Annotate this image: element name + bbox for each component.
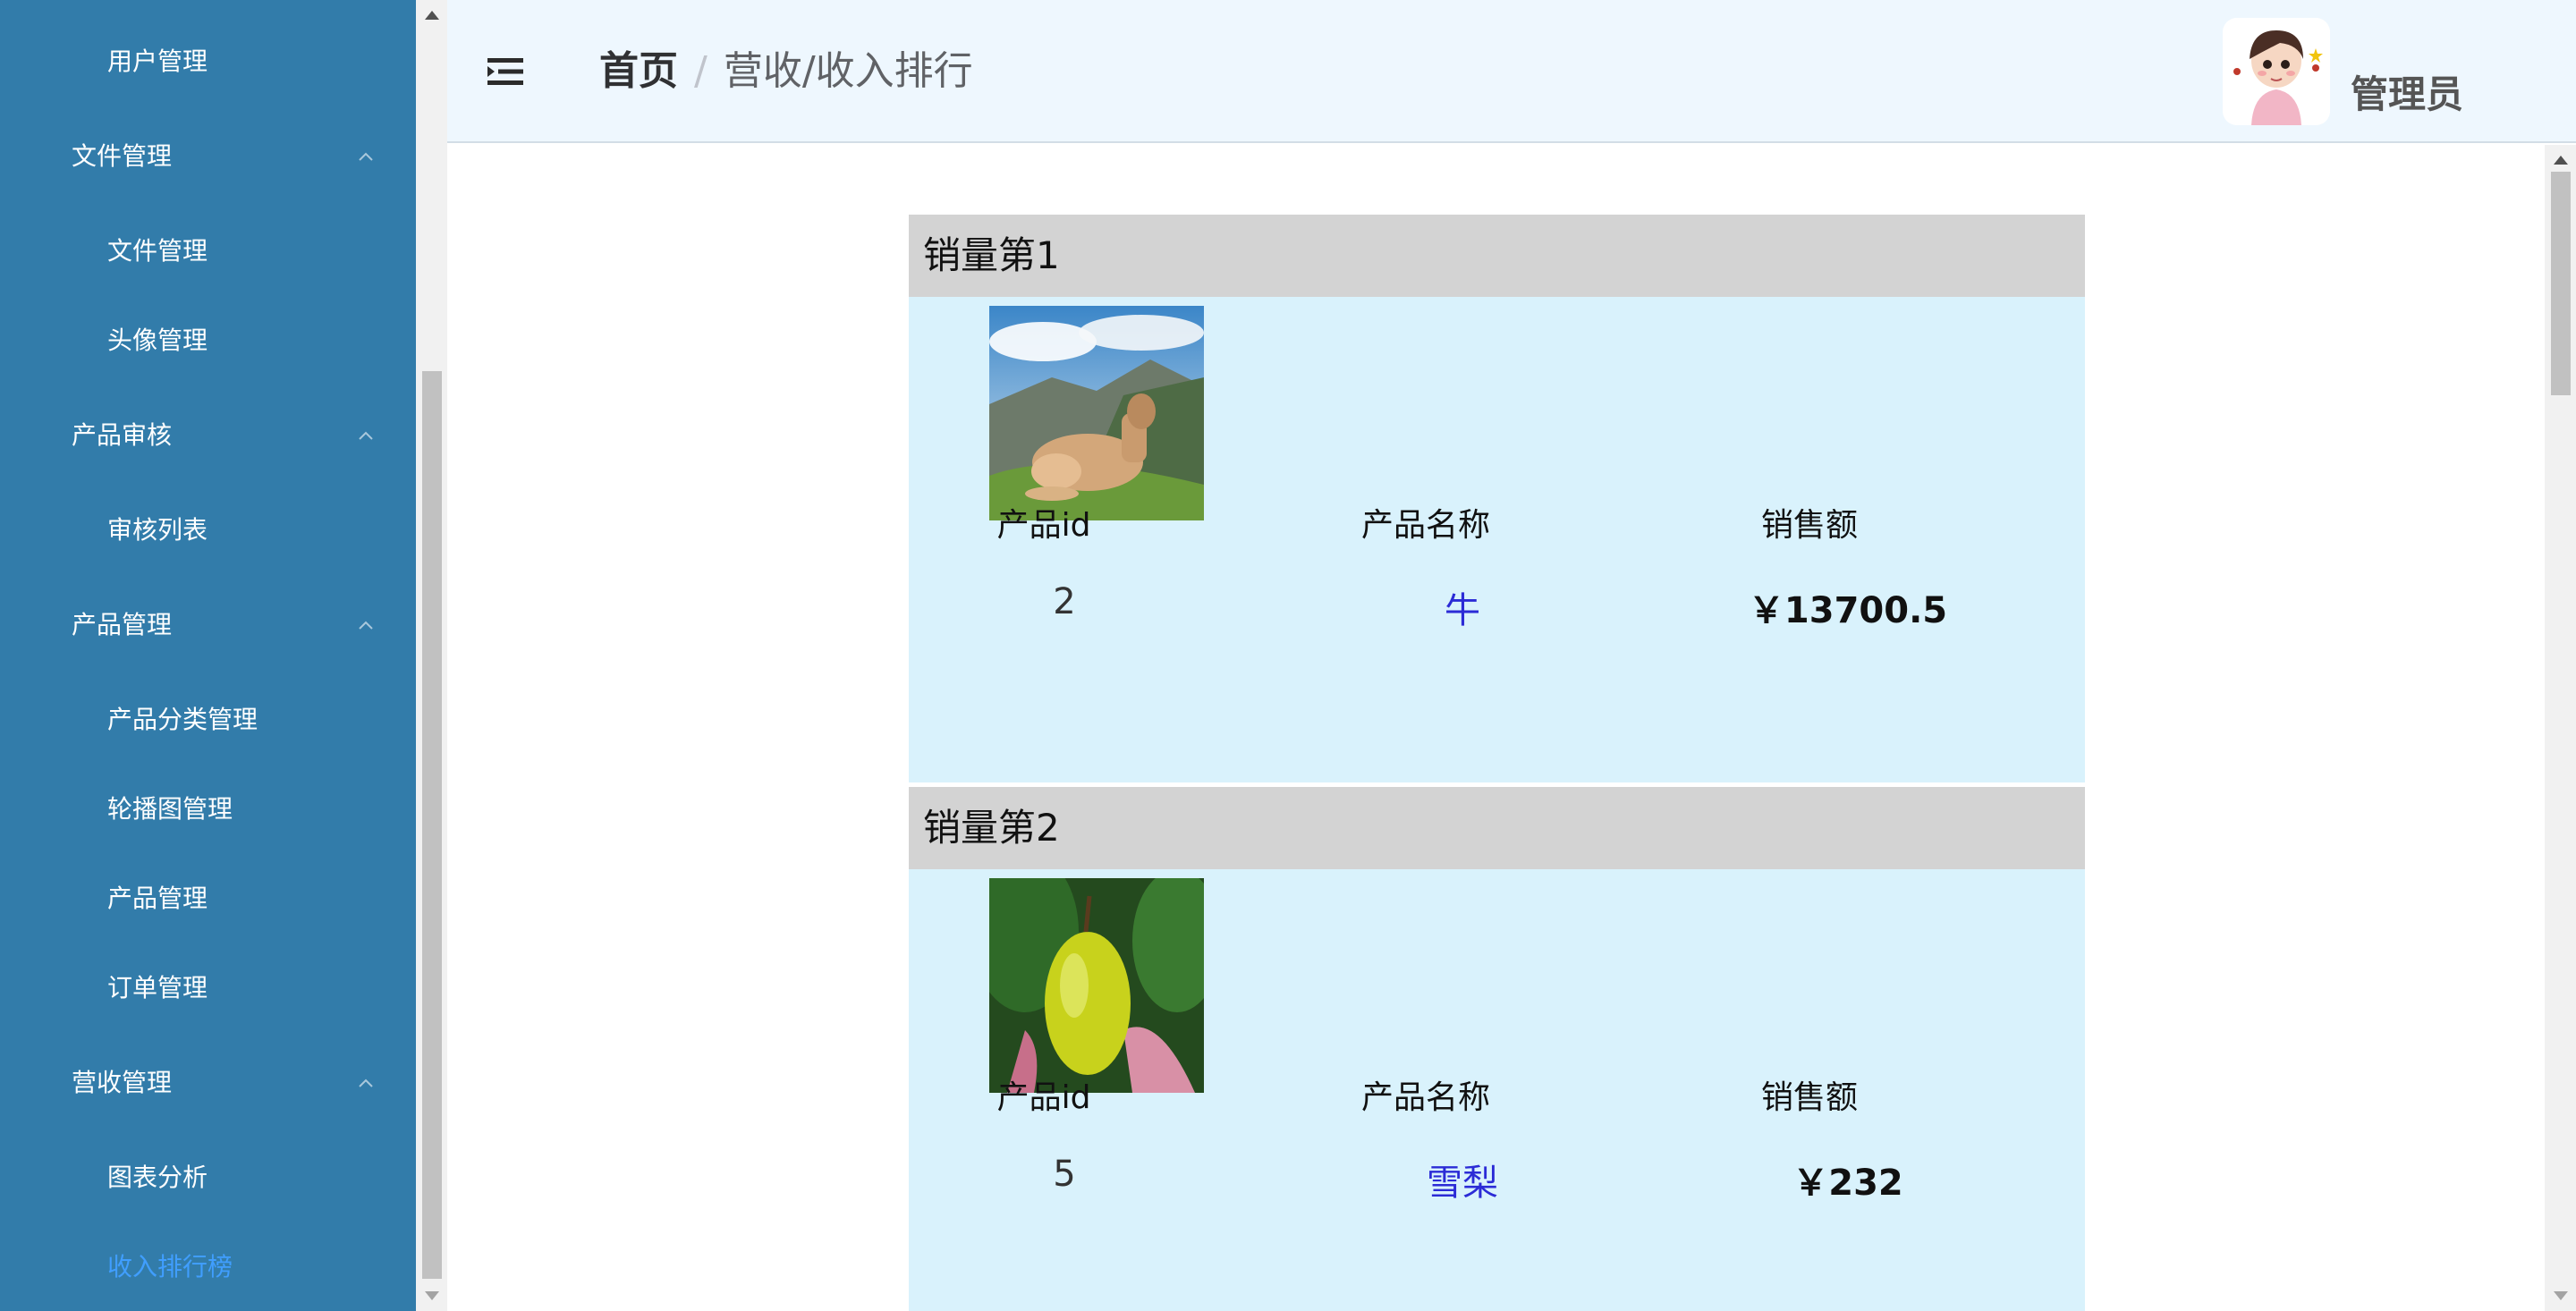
product-image[interactable]: [989, 878, 1204, 1093]
sidebar-item-label: 文件管理: [107, 236, 208, 266]
sidebar-item-label: 订单管理: [107, 973, 208, 1002]
ranking-card: 销量第1 产品id 产品名称 销售额 2 牛 ￥13700.5: [909, 215, 2085, 782]
sidebar-item-label: 产品管理: [107, 884, 208, 913]
column-header-sales: 销售额: [1760, 507, 1858, 544]
breadcrumb: 首页 / 营收/收入排行: [599, 43, 973, 100]
sidebar-item-carousel[interactable]: 轮播图管理: [0, 782, 416, 836]
scrollbar-thumb[interactable]: [2551, 172, 2571, 395]
username[interactable]: 管理员: [2351, 64, 2463, 119]
scroll-up-arrow-icon[interactable]: [2554, 156, 2568, 165]
sidebar-group-label: 产品审核: [72, 420, 173, 450]
sidebar-group-revenue-management[interactable]: 营收管理: [0, 1056, 416, 1110]
avatar[interactable]: [2223, 18, 2330, 125]
breadcrumb-current: 营收/收入排行: [723, 48, 973, 94]
sales-amount: ￥232: [1792, 1163, 1903, 1204]
ranking-title: 销量第2: [909, 787, 2085, 869]
product-id-value: 5: [1053, 1154, 1076, 1195]
product-name-link[interactable]: 雪梨: [1328, 1154, 1597, 1205]
sidebar-group-file-management[interactable]: 文件管理: [0, 130, 416, 183]
chevron-up-icon: [359, 621, 373, 630]
sidebar-item-label: 图表分析: [107, 1163, 208, 1192]
sidebar-item-label: 审核列表: [107, 515, 208, 545]
sidebar-item-label: 头像管理: [107, 326, 208, 355]
ranking-content: 销量第1 产品id 产品名称 销售额 2 牛 ￥13700.5 销量第2 产品i…: [447, 145, 2545, 1311]
scrollbar-thumb[interactable]: [422, 371, 442, 1279]
breadcrumb-separator: /: [694, 48, 708, 94]
scroll-down-arrow-icon[interactable]: [2554, 1291, 2568, 1300]
product-image[interactable]: [989, 306, 1204, 520]
sidebar-item-label: 轮播图管理: [107, 794, 233, 824]
product-name-link[interactable]: 牛: [1328, 581, 1597, 633]
breadcrumb-home[interactable]: 首页: [599, 48, 678, 94]
sidebar-group-label: 文件管理: [72, 141, 173, 171]
column-header-product-id: 产品id: [996, 507, 1091, 544]
sidebar-item-chart-analysis[interactable]: 图表分析: [0, 1151, 416, 1205]
product-id-value: 2: [1053, 581, 1076, 622]
sidebar: 用户管理 文件管理 文件管理 头像管理 产品审核 审核列表 产品管理 产品分类管…: [0, 0, 416, 1311]
sidebar-item-label: 产品分类管理: [107, 705, 258, 734]
main-scrollbar[interactable]: [2545, 145, 2576, 1311]
pear-on-branch-image: [989, 878, 1204, 1093]
column-header-product-name: 产品名称: [1360, 1079, 1490, 1116]
sidebar-item-order-management[interactable]: 订单管理: [0, 961, 416, 1015]
sidebar-item-product-management[interactable]: 产品管理: [0, 872, 416, 926]
sidebar-item-revenue-ranking[interactable]: 收入排行榜: [0, 1240, 416, 1294]
sidebar-group-product-review[interactable]: 产品审核: [0, 409, 416, 462]
sidebar-group-label: 产品管理: [72, 610, 173, 639]
sidebar-scrollbar[interactable]: [416, 0, 447, 1311]
sidebar-item-file-management[interactable]: 文件管理: [0, 224, 416, 278]
sidebar-item-label: 收入排行榜: [107, 1252, 233, 1281]
sidebar-group-product-management[interactable]: 产品管理: [0, 598, 416, 652]
menu-fold-icon[interactable]: [487, 56, 523, 87]
sidebar-item-label: 用户管理: [107, 47, 208, 76]
scroll-up-arrow-icon[interactable]: [425, 11, 439, 20]
ranking-title: 销量第1: [909, 215, 2085, 297]
sidebar-group-label: 营收管理: [72, 1068, 173, 1097]
sidebar-item-user-management[interactable]: 用户管理: [0, 35, 416, 89]
sidebar-item-product-category[interactable]: 产品分类管理: [0, 693, 416, 747]
sidebar-item-review-list[interactable]: 审核列表: [0, 503, 416, 557]
sidebar-item-avatar-management[interactable]: 头像管理: [0, 314, 416, 368]
scroll-down-arrow-icon[interactable]: [425, 1291, 439, 1300]
column-header-product-name: 产品名称: [1360, 507, 1490, 544]
chevron-up-icon: [359, 152, 373, 161]
chevron-up-icon: [359, 1078, 373, 1087]
column-header-sales: 销售额: [1760, 1079, 1858, 1116]
column-header-product-id: 产品id: [996, 1079, 1091, 1116]
cartoon-avatar-icon: [2223, 18, 2330, 125]
chevron-up-icon: [359, 431, 373, 440]
ranking-card: 销量第2 产品id 产品名称 销售额 5 雪梨 ￥232: [909, 787, 2085, 1311]
sales-amount: ￥13700.5: [1748, 590, 1948, 631]
cow-on-hillside-image: [989, 306, 1204, 520]
